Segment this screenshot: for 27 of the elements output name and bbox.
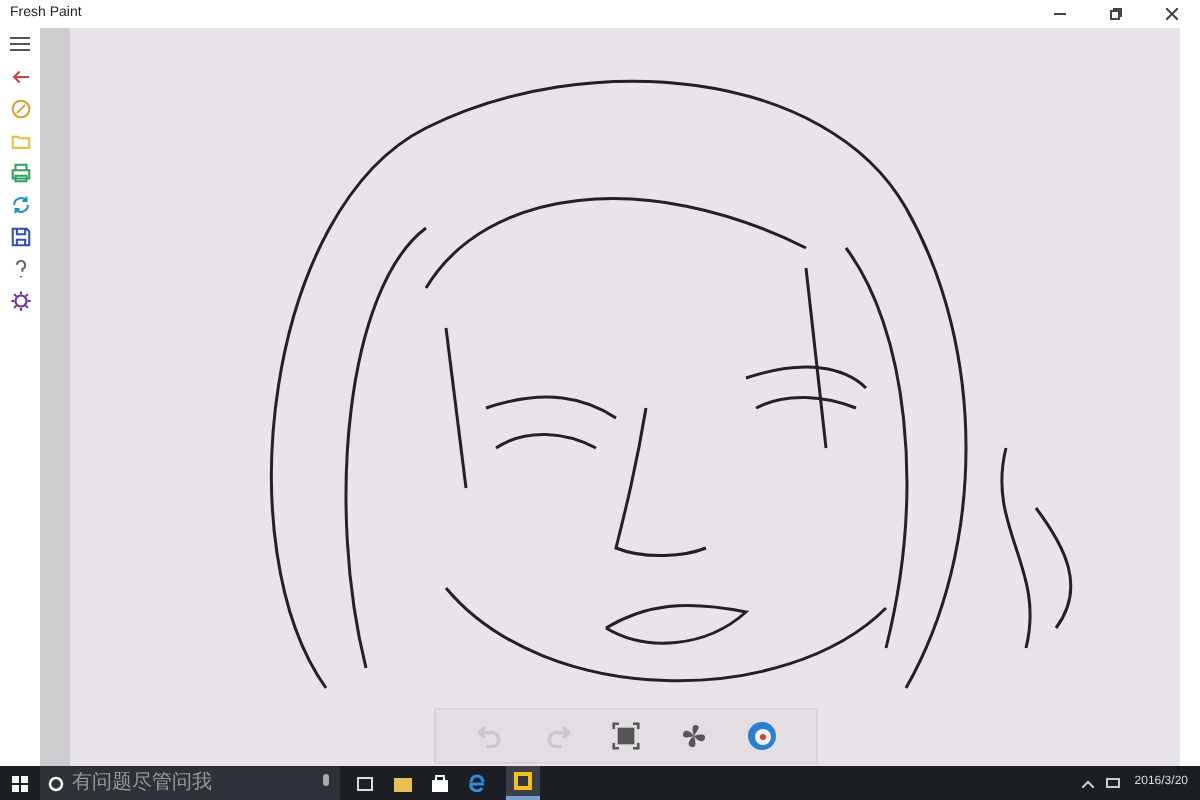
fit-screen-icon (611, 722, 639, 750)
shopping-bag-icon[interactable] (432, 774, 448, 792)
printer-icon[interactable] (9, 162, 31, 184)
save-icon[interactable] (9, 226, 31, 248)
minimize-icon[interactable] (1054, 8, 1066, 20)
redo-arrow-icon (543, 722, 571, 750)
back-arrow-icon[interactable] (9, 66, 31, 88)
task-view-icon[interactable] (356, 775, 374, 791)
microphone-icon[interactable] (320, 774, 332, 792)
taskbar-search-field[interactable]: 有问题尽管问我 (40, 766, 340, 800)
battery-icon[interactable] (1106, 778, 1123, 788)
paint-app-taskbar-button[interactable] (506, 766, 540, 800)
color-wheel-icon (745, 720, 777, 752)
menu-icon[interactable] (8, 32, 32, 56)
search-input-field[interactable]: 有问题尽管问我 (72, 768, 312, 798)
cortana-circle-icon (48, 775, 64, 791)
fan-icon (679, 722, 707, 750)
browser-e-icon[interactable] (468, 774, 486, 792)
close-icon[interactable] (1166, 8, 1178, 20)
restore-icon[interactable] (1110, 8, 1122, 20)
undo-arrow-icon (475, 722, 503, 750)
windows-logo-icon[interactable] (12, 775, 28, 791)
settings-icon[interactable] (9, 290, 31, 312)
paint-app-icon (514, 772, 532, 790)
sync-icon[interactable] (9, 194, 31, 216)
folder-icon[interactable] (394, 775, 412, 791)
chevron-up-icon[interactable] (1082, 779, 1095, 787)
